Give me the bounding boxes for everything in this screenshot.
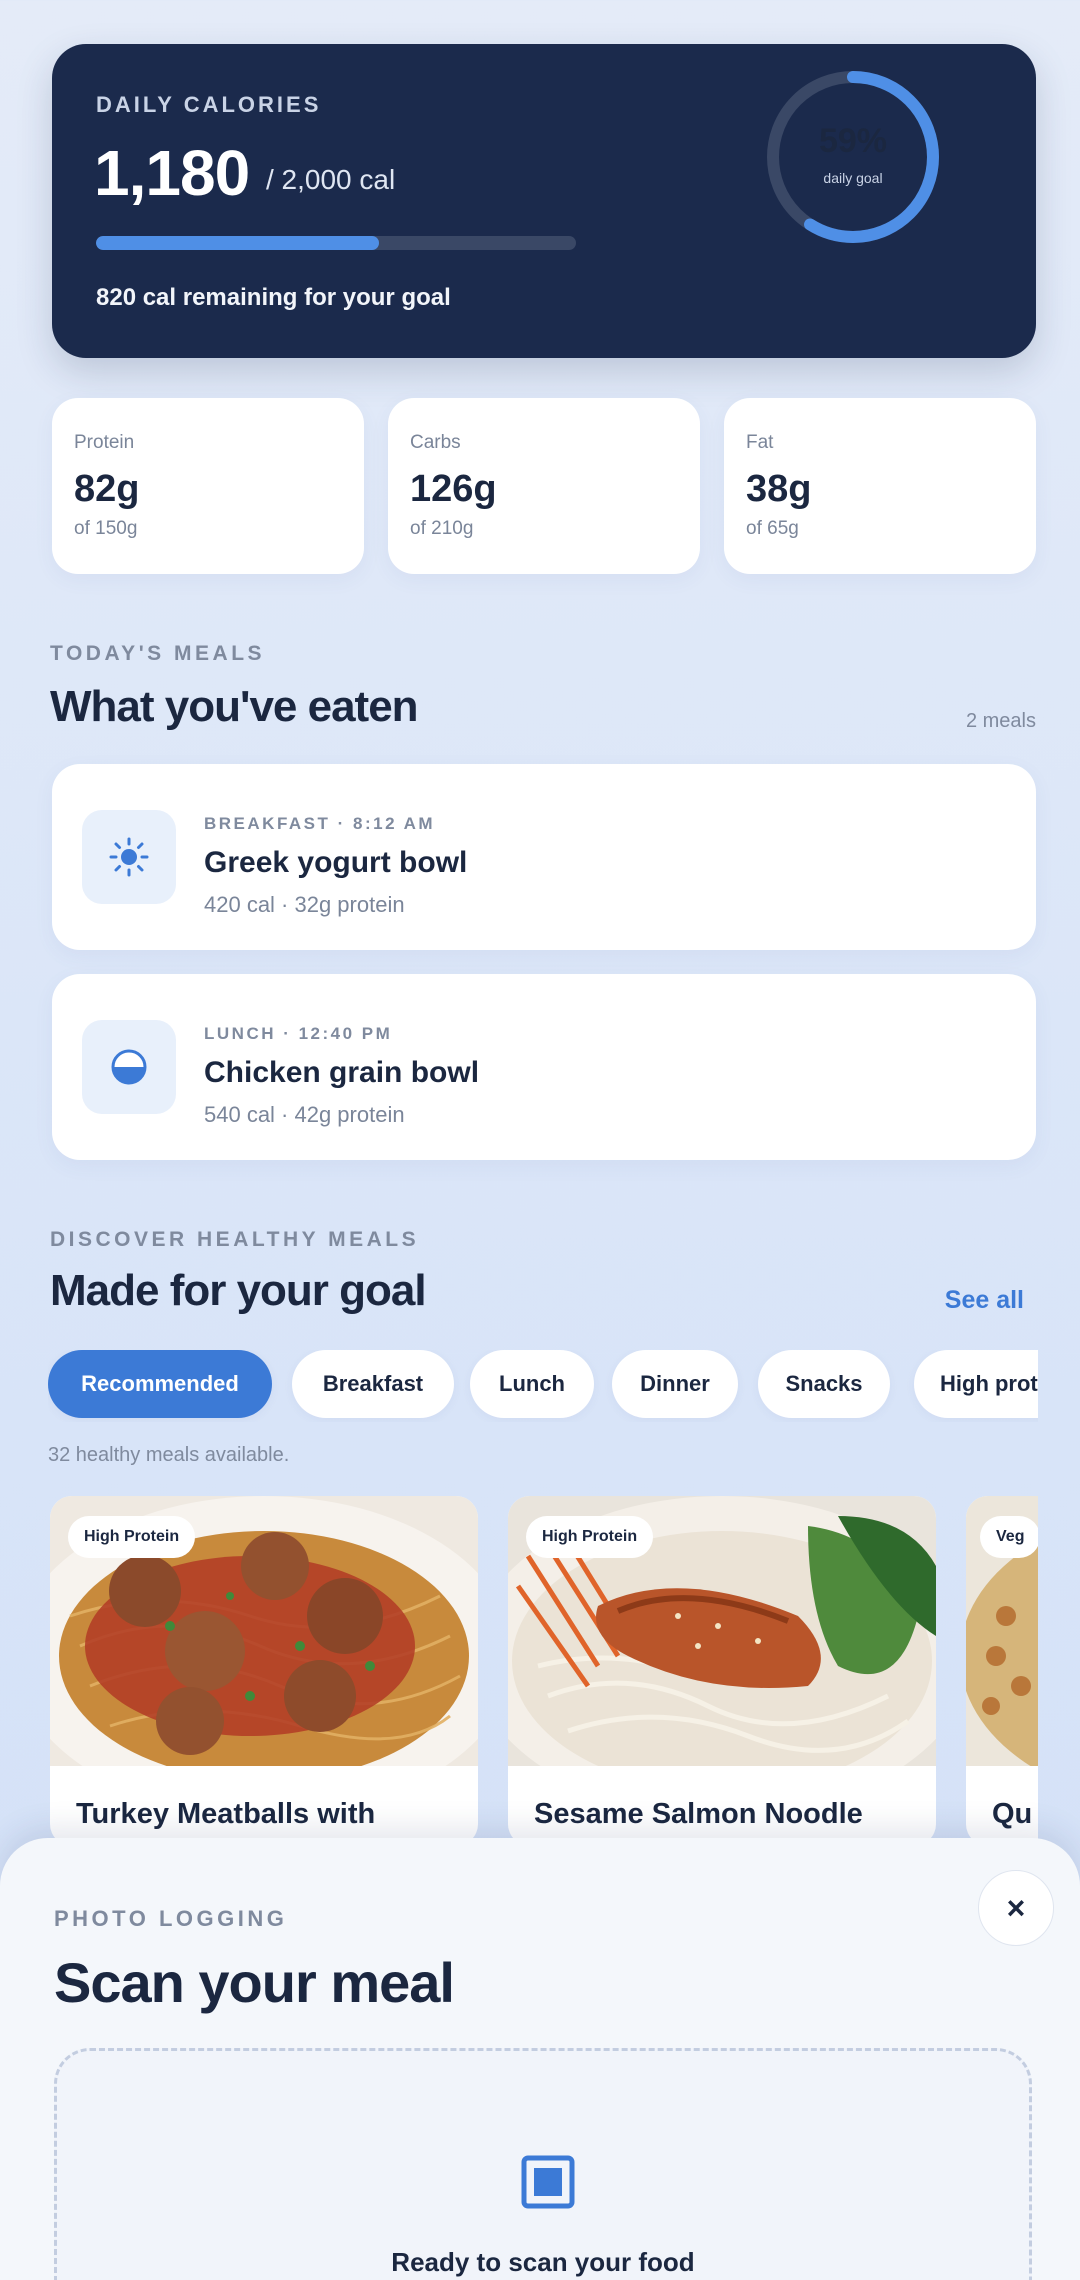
calories-progress-bar bbox=[96, 236, 576, 250]
filter-chip-breakfast[interactable]: Breakfast bbox=[292, 1350, 454, 1418]
macro-card-carbs[interactable]: Carbs 126g of 210g bbox=[388, 398, 700, 574]
meal-filter-chips: Recommended Breakfast Lunch Dinner Snack… bbox=[48, 1350, 1038, 1422]
scan-frame-icon bbox=[521, 2155, 575, 2209]
sun-icon bbox=[109, 837, 149, 877]
todays-meals-title: What you've eaten bbox=[50, 682, 419, 731]
calories-remaining-text: 820 cal remaining for your goal bbox=[96, 284, 451, 311]
daily-goal-caption: daily goal bbox=[823, 170, 883, 186]
close-button[interactable]: × bbox=[978, 1870, 1054, 1946]
filter-chip-dinner[interactable]: Dinner bbox=[612, 1350, 738, 1418]
meal-card-title: Qu bbox=[992, 1798, 1033, 1830]
meal-card-turkey-meatballs[interactable]: High Protein Turkey Meatballs with bbox=[50, 1496, 478, 1846]
filter-chip-high-protein[interactable]: High protein bbox=[914, 1350, 1038, 1418]
macro-label: Carbs bbox=[410, 432, 461, 453]
meals-available-text: 32 healthy meals available. bbox=[48, 1444, 290, 1466]
meal-count: 2 meals bbox=[965, 710, 1036, 732]
macro-target: of 65g bbox=[746, 518, 799, 539]
meal-name: Chicken grain bowl bbox=[204, 1056, 480, 1089]
calories-consumed: 1,180 bbox=[94, 137, 250, 209]
scan-status-text: Ready to scan your food bbox=[391, 2247, 695, 2277]
meal-tag: BREAKFAST · 8:12 AM bbox=[204, 814, 436, 833]
meal-tag: LUNCH · 12:40 PM bbox=[204, 1024, 393, 1043]
discover-title: Made for your goal bbox=[50, 1266, 427, 1315]
meal-icon-tile bbox=[82, 810, 176, 904]
meal-card-title: Sesame Salmon Noodle bbox=[534, 1798, 863, 1830]
macro-label: Protein bbox=[74, 432, 135, 453]
calories-goal: / 2,000 cal bbox=[266, 164, 396, 195]
meal-meta: 540 cal · 42g protein bbox=[204, 1102, 405, 1127]
close-icon: × bbox=[1006, 1889, 1026, 1926]
meal-row-lunch[interactable]: LUNCH · 12:40 PM Chicken grain bowl 540 … bbox=[52, 974, 1036, 1160]
filter-chip-lunch[interactable]: Lunch bbox=[470, 1350, 594, 1418]
meal-card-sesame-salmon[interactable]: High Protein Sesame Salmon Noodle bbox=[508, 1496, 936, 1846]
meal-meta: 420 cal · 32g protein bbox=[204, 892, 405, 917]
calories-progress-fill bbox=[96, 236, 380, 250]
meal-badge: High Protein bbox=[68, 1516, 196, 1558]
macro-value: 82g bbox=[74, 468, 140, 510]
scan-drop-area[interactable]: Ready to scan your food bbox=[54, 2048, 1032, 2280]
recommended-meals-carousel[interactable]: High Protein Turkey Meatballs with High … bbox=[50, 1496, 1038, 1846]
macro-value: 126g bbox=[410, 468, 497, 510]
macro-target: of 150g bbox=[74, 518, 138, 539]
macro-value: 38g bbox=[746, 468, 812, 510]
half-circle-bowl-icon bbox=[111, 1049, 147, 1085]
macro-card-fat[interactable]: Fat 38g of 65g bbox=[724, 398, 1036, 574]
discover-eyebrow: DISCOVER HEALTHY MEALS bbox=[50, 1228, 420, 1251]
scan-meal-sheet: PHOTO LOGGING Scan your meal × Ready to … bbox=[0, 1838, 1080, 2280]
daily-calories-label: DAILY CALORIES bbox=[96, 92, 322, 117]
daily-goal-percent: 59% bbox=[818, 122, 888, 160]
meal-name: Greek yogurt bowl bbox=[204, 846, 468, 879]
todays-meals-eyebrow: TODAY'S MEALS bbox=[50, 642, 266, 665]
meal-card-partial[interactable]: Veg Qu bbox=[966, 1496, 1038, 1846]
macro-target: of 210g bbox=[410, 518, 474, 539]
meal-badge: High Protein bbox=[526, 1516, 654, 1558]
meal-badge: Veg bbox=[980, 1516, 1038, 1558]
scan-sheet-eyebrow: PHOTO LOGGING bbox=[54, 1906, 288, 1931]
scan-sheet-title: Scan your meal bbox=[54, 1951, 455, 2014]
macro-label: Fat bbox=[746, 432, 774, 453]
filter-chip-recommended[interactable]: Recommended bbox=[48, 1350, 272, 1418]
meal-card-title: Turkey Meatballs with bbox=[76, 1798, 376, 1830]
meal-row-breakfast[interactable]: BREAKFAST · 8:12 AM Greek yogurt bowl 42… bbox=[52, 764, 1036, 950]
macro-card-protein[interactable]: Protein 82g of 150g bbox=[52, 398, 364, 574]
see-all-link[interactable]: See all bbox=[945, 1286, 1024, 1315]
meal-icon-tile bbox=[82, 1020, 176, 1114]
filter-chip-snacks[interactable]: Snacks bbox=[758, 1350, 890, 1418]
